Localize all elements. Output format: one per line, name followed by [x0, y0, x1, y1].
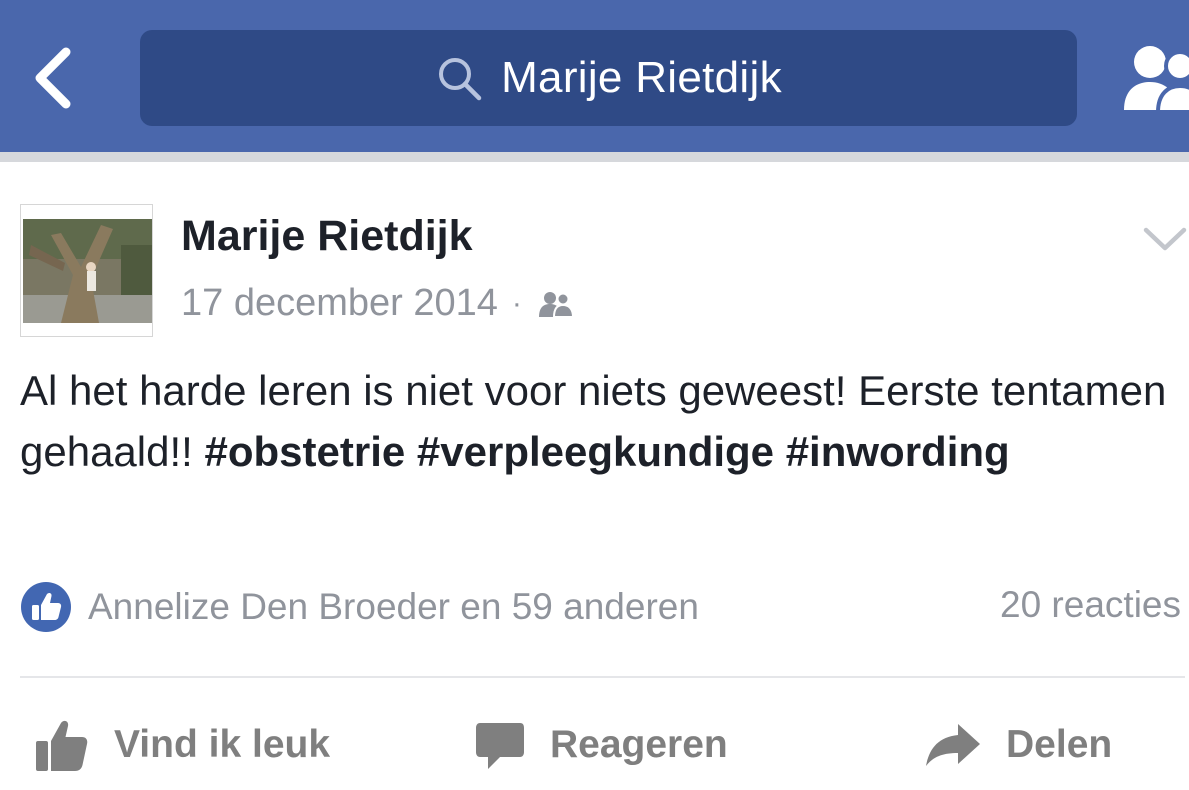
share-button-label: Delen [1006, 723, 1113, 766]
comment-icon [476, 723, 524, 769]
back-button[interactable] [22, 42, 82, 114]
search-query: Marije Rietdijk [501, 53, 782, 102]
thumbs-up-icon [36, 720, 88, 771]
friends-audience-icon [538, 291, 574, 318]
chevron-left-icon [35, 47, 71, 109]
search-input[interactable]: Marije Rietdijk [140, 30, 1077, 126]
top-navigation-bar: Marije Rietdijk [0, 0, 1189, 152]
post-message: Al het harde leren is niet voor niets ge… [20, 360, 1170, 482]
post-actions-bar: Vind ik leuk Reageren Delen [0, 708, 1189, 782]
post-card: Marije Rietdijk 17 december 2014 · Al he… [0, 162, 1189, 790]
post-date[interactable]: 17 december 2014 [181, 282, 498, 325]
like-button-label: Vind ik leuk [114, 723, 331, 766]
share-button[interactable]: Delen [924, 708, 1112, 782]
header-shadow [0, 152, 1189, 162]
friend-requests-button[interactable] [1118, 38, 1189, 118]
comments-count-link[interactable]: 20 reacties [1000, 584, 1181, 626]
post-options-chevron-icon[interactable] [1140, 214, 1189, 264]
comment-button-label: Reageren [550, 723, 728, 766]
hashtag-link[interactable]: #verpleegkundige [417, 428, 774, 475]
search-icon [439, 58, 482, 101]
hashtag-link[interactable]: #inwording [786, 428, 1010, 475]
actions-divider [20, 676, 1185, 678]
profile-photo [21, 205, 152, 336]
share-arrow-icon [926, 724, 980, 766]
meta-separator: · [511, 286, 522, 320]
friend-requests-icon [1124, 46, 1189, 114]
like-button[interactable]: Vind ik leuk [34, 708, 330, 782]
like-badge-icon [21, 582, 71, 632]
reactions-summary: Annelize Den Broeder en 59 anderen 20 re… [20, 582, 1185, 632]
hashtag-link[interactable]: #obstetrie [205, 428, 406, 475]
author-name[interactable]: Marije Rietdijk [181, 212, 473, 261]
likers-link[interactable]: Annelize Den Broeder en 59 anderen [88, 586, 699, 628]
avatar[interactable] [20, 204, 153, 337]
comment-button[interactable]: Reageren [474, 708, 728, 782]
post-meta: 17 december 2014 · [181, 282, 576, 325]
